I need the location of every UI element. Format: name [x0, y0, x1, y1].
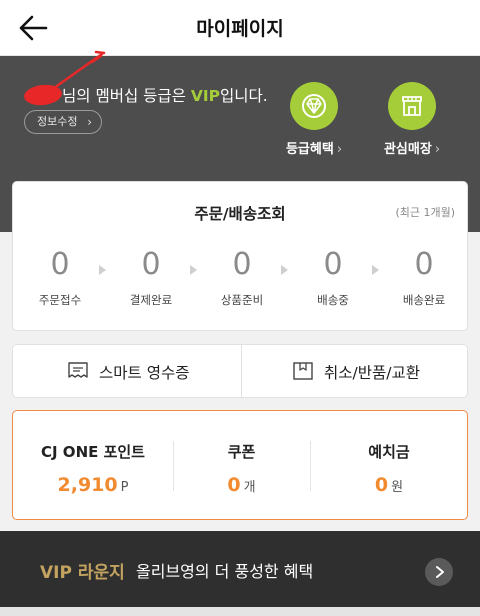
deposit-unit: 원: [391, 480, 404, 495]
points-value: 2,910: [57, 474, 118, 496]
step-label: 상품준비: [220, 293, 264, 307]
store-icon: [388, 82, 436, 130]
cj-one-points[interactable]: CJ ONE 포인트 2,910 P: [13, 411, 173, 519]
page-title: 마이페이지: [196, 18, 284, 40]
step-count: 0: [323, 247, 343, 282]
cancel-return-exchange-button[interactable]: 취소/반품/교환: [242, 345, 470, 397]
box-icon: [293, 362, 313, 380]
step-label: 배송완료: [402, 293, 446, 307]
vip-lounge-banner[interactable]: VIP 라운지 올리브영의 더 풍성한 혜택: [0, 531, 480, 607]
points-card: CJ ONE 포인트 2,910 P 쿠폰 0개 예치금 0원: [12, 410, 468, 520]
points-title: CJ ONE 포인트: [41, 443, 145, 461]
grade-name: VIP: [190, 87, 220, 105]
membership-grade-text: 님의 멤버십 등급은 VIP입니다.: [62, 87, 268, 105]
order-step-received[interactable]: 0 주문접수: [15, 248, 105, 308]
coupons[interactable]: 쿠폰 0개: [174, 411, 309, 519]
order-step-preparing[interactable]: 0 상품준비: [197, 248, 287, 308]
coupon-unit: 개: [243, 480, 256, 495]
step-count: 0: [50, 247, 70, 282]
lounge-text: 올리브영의 더 풍성한 혜택: [136, 562, 314, 581]
app-header: 마이페이지: [0, 0, 480, 56]
coupon-title: 쿠폰: [227, 443, 256, 461]
order-step-shipping[interactable]: 0 배송중: [288, 248, 378, 308]
deposit-title: 예치금: [368, 443, 410, 461]
chevron-right-icon: ›: [336, 142, 343, 157]
order-status-card[interactable]: 주문/배송조회 (최근 1개월) 0 주문접수 0 결제완료 0 상품준비 0 …: [12, 181, 468, 331]
bottom-strip: [0, 607, 480, 616]
quick-actions-card: 스마트 영수증 취소/반품/교환: [12, 344, 468, 398]
order-step-delivered[interactable]: 0 배송완료: [379, 248, 469, 308]
order-period: (최근 1개월): [395, 206, 455, 219]
smart-receipt-button[interactable]: 스마트 영수증: [13, 345, 241, 397]
arrow-right-icon: [190, 265, 197, 275]
step-label: 배송중: [317, 293, 349, 307]
arrow-right-icon: [372, 265, 379, 275]
deposit[interactable]: 예치금 0원: [311, 411, 467, 519]
chevron-right-icon[interactable]: [425, 558, 453, 586]
lounge-badge: VIP 라운지: [40, 563, 125, 583]
grade-benefits-link[interactable]: 등급혜택 ›: [274, 82, 354, 157]
favorite-stores-link[interactable]: 관심매장 ›: [372, 82, 452, 157]
step-count: 0: [232, 247, 252, 282]
edit-profile-button[interactable]: 정보수정 ›: [24, 110, 102, 134]
step-label: 주문접수: [38, 293, 82, 307]
points-unit: P: [120, 480, 129, 495]
coupon-value: 0: [227, 474, 241, 496]
chevron-right-icon: ›: [434, 142, 441, 157]
arrow-right-icon: [99, 265, 106, 275]
step-count: 0: [141, 247, 161, 282]
step-label: 결제완료: [129, 293, 173, 307]
receipt-icon: [68, 362, 88, 378]
chevron-right-icon: ›: [87, 115, 92, 129]
arrow-right-icon: [281, 265, 288, 275]
order-step-paid[interactable]: 0 결제완료: [106, 248, 196, 308]
step-count: 0: [414, 247, 434, 282]
diamond-icon: [290, 82, 338, 130]
deposit-value: 0: [374, 474, 389, 496]
